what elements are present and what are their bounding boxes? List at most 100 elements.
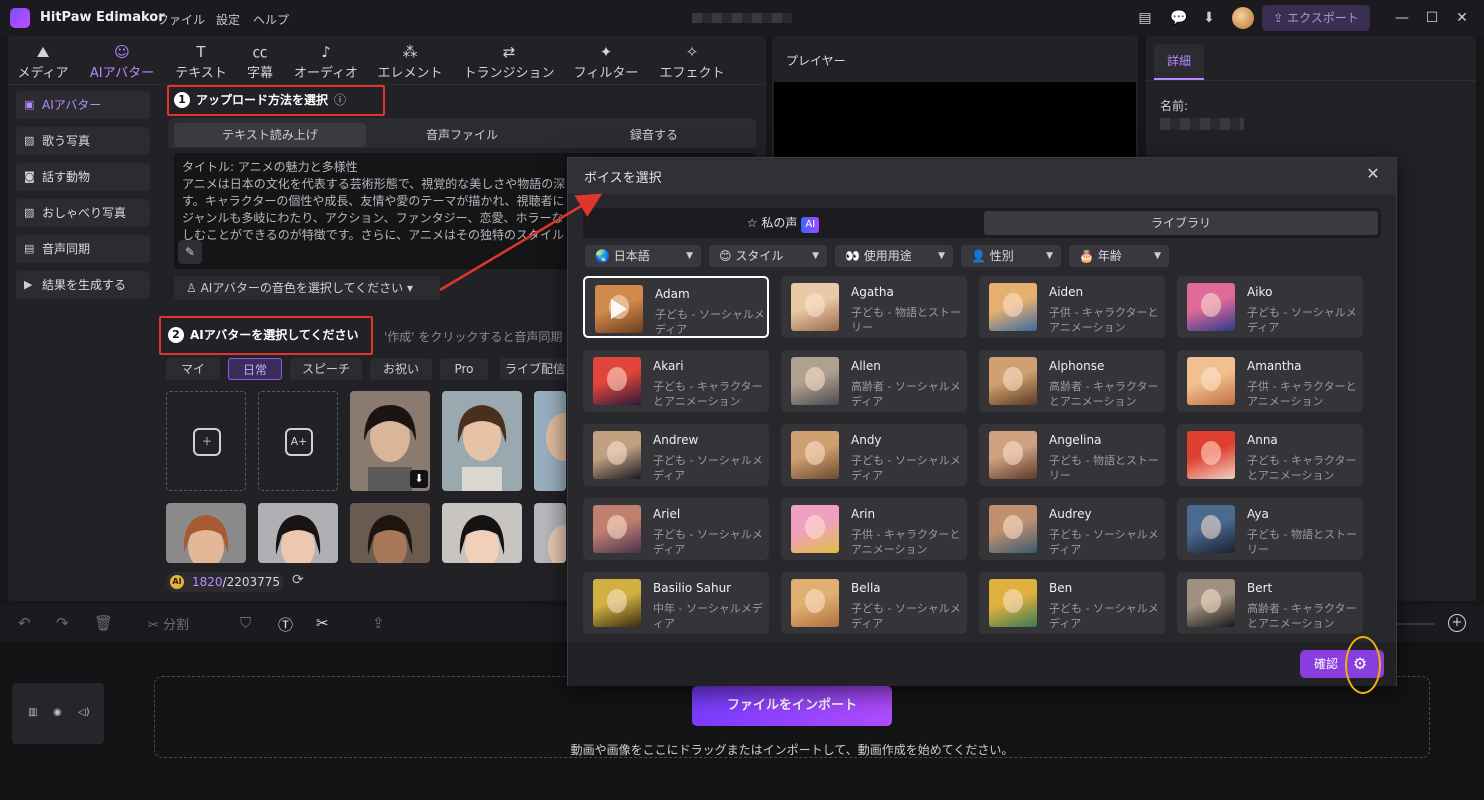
voice-card-amantha[interactable]: Amantha 子供 - キャラクターとアニメーション <box>1177 350 1363 412</box>
avatar-thumbnail[interactable] <box>534 391 566 491</box>
sidebar-item-singing-photo[interactable]: ▨ 歌う写真 <box>16 127 150 155</box>
voice-card-alphonse[interactable]: Alphonse 高齢者 - キャラクターとアニメーション <box>979 350 1165 412</box>
filter-usage[interactable]: 👀 使用用途 ▼ <box>835 245 953 267</box>
voice-card-aiko[interactable]: Aiko 子ども - ソーシャルメディア <box>1177 276 1363 338</box>
refresh-icon[interactable]: ⟳ <box>292 572 304 588</box>
voice-card-ben[interactable]: Ben 子ども - ソーシャルメディア <box>979 572 1165 634</box>
eye-icon[interactable]: ◉ <box>53 707 62 718</box>
tab-library[interactable]: ライブラリ <box>984 211 1378 235</box>
avatar-voice-select[interactable]: ♙ AIアバターの音色を選択してください ▾ <box>174 276 440 300</box>
tab-audio-file[interactable]: 音声ファイル <box>366 123 558 147</box>
user-avatar[interactable] <box>1232 7 1254 29</box>
download-icon[interactable]: ⬇ <box>1200 9 1218 27</box>
modal-header <box>568 158 1396 194</box>
menu-help[interactable]: ヘルプ <box>253 11 289 28</box>
undo-icon[interactable]: ↶ <box>18 614 31 632</box>
play-icon[interactable] <box>611 299 627 319</box>
voice-card-arin[interactable]: Arin 子供 - キャラクターとアニメーション <box>781 498 967 560</box>
voice-card-andy[interactable]: Andy 子ども - ソーシャルメディア <box>781 424 967 486</box>
category-live[interactable]: ライブ配信 <box>500 358 570 380</box>
sidebar-item-talking-animal[interactable]: ◙ 話す動物 <box>16 163 150 191</box>
cut-icon[interactable]: ✂ <box>316 614 329 632</box>
sidebar-item-talking-photo[interactable]: ▨ おしゃべり写真 <box>16 199 150 227</box>
avatar-thumbnail[interactable] <box>442 503 522 563</box>
voice-card-aiden[interactable]: Aiden 子供 - キャラクターとアニメーション <box>979 276 1165 338</box>
tab-text-to-speech[interactable]: テキスト読み上げ <box>174 123 366 147</box>
filter-gender[interactable]: 👤 性別 ▼ <box>961 245 1061 267</box>
avatar-thumbnail[interactable] <box>350 503 430 563</box>
filter-language[interactable]: 🌏 日本語 ▼ <box>585 245 701 267</box>
tab-subtitle[interactable]: ㏄字幕 <box>242 42 278 82</box>
voice-card-allen[interactable]: Allen 高齢者 - ソーシャルメディア <box>781 350 967 412</box>
zoom-in-icon[interactable]: + <box>1448 614 1466 632</box>
shield-icon[interactable]: ⛉ <box>240 614 251 632</box>
voice-card-bella[interactable]: Bella 子ども - ソーシャルメディア <box>781 572 967 634</box>
voice-card-basilio-sahur[interactable]: Basilio Sahur 中年 - ソーシャルメディア <box>583 572 769 634</box>
voice-avatar <box>989 579 1037 627</box>
filter-age[interactable]: 🎂 年齢 ▼ <box>1069 245 1169 267</box>
category-celebration[interactable]: お祝い <box>370 358 432 380</box>
layout-icon[interactable]: ▤ <box>1136 9 1154 27</box>
voice-avatar-face <box>607 589 627 613</box>
filter-style[interactable]: 😊 スタイル ▼ <box>709 245 827 267</box>
voice-card-audrey[interactable]: Audrey 子ども - ソーシャルメディア <box>979 498 1165 560</box>
voice-card-akari[interactable]: Akari 子ども - キャラクターとアニメーション <box>583 350 769 412</box>
tab-element[interactable]: ⁂ エレメント <box>374 42 446 82</box>
tab-record[interactable]: 録音する <box>558 123 750 147</box>
tab-transition[interactable]: ⇄ トランジション <box>460 42 558 82</box>
split-button[interactable]: ✂ 分割 <box>148 614 189 633</box>
export-clip-icon[interactable]: ⇪ <box>372 614 385 632</box>
avatar-thumbnail[interactable] <box>258 503 338 563</box>
minimize-icon[interactable]: — <box>1392 8 1412 28</box>
avatar-thumbnail[interactable] <box>442 391 522 491</box>
voice-card-angelina[interactable]: Angelina 子ども - 物語とストーリー <box>979 424 1165 486</box>
close-icon[interactable]: ✕ <box>1364 165 1382 183</box>
zoom-slider[interactable] <box>1394 623 1434 625</box>
voice-card-bert[interactable]: Bert 高齢者 - キャラクターとアニメーション <box>1177 572 1363 634</box>
voice-card-aya[interactable]: Aya 子ども - 物語とストーリー <box>1177 498 1363 560</box>
speaker-icon[interactable]: ◁) <box>78 707 90 718</box>
sidebar-item-audio-sync[interactable]: ▤ 音声同期 <box>16 235 150 263</box>
sidebar-item-ai-avatar[interactable]: ▣ AIアバター <box>16 91 150 119</box>
avatar-thumbnail[interactable] <box>534 503 566 563</box>
voice-card-andrew[interactable]: Andrew 子ども - ソーシャルメディア <box>583 424 769 486</box>
voice-card-adam[interactable]: Adam 子ども - ソーシャルメディア <box>583 276 769 338</box>
voice-card-anna[interactable]: Anna 子ども - キャラクターとアニメーション <box>1177 424 1363 486</box>
tab-effect[interactable]: ✧ エフェクト <box>656 42 728 82</box>
film-icon[interactable]: ▥ <box>28 707 37 718</box>
avatar-thumbnail[interactable] <box>166 503 246 563</box>
maximize-icon[interactable]: ☐ <box>1422 8 1442 28</box>
tab-media[interactable]: ⛰ メディア <box>14 42 72 82</box>
tab-filter[interactable]: ✦ フィルター <box>570 42 642 82</box>
tab-ai-avatar[interactable]: ☺ AIアバター <box>86 42 158 82</box>
upload-photo-button[interactable]: ＋ <box>166 391 246 491</box>
tab-audio[interactable]: ♪ オーディオ <box>290 42 362 82</box>
sidebar-item-generate-result[interactable]: ▶ 結果を生成する <box>16 271 150 299</box>
magic-wand-icon[interactable]: ✎ <box>178 240 202 264</box>
category-speech[interactable]: スピーチ <box>290 358 362 380</box>
download-icon[interactable]: ⬇ <box>410 470 428 488</box>
voice-card-ariel[interactable]: Ariel 子ども - ソーシャルメディア <box>583 498 769 560</box>
redo-icon[interactable]: ↷ <box>56 614 69 632</box>
category-pro[interactable]: Pro <box>440 358 488 380</box>
import-file-button[interactable]: ファイルをインポート <box>692 686 892 726</box>
export-button[interactable]: ⇪ エクスポート <box>1262 5 1370 31</box>
delete-icon[interactable]: 🗑 <box>94 614 113 632</box>
player-screen[interactable] <box>774 82 1136 158</box>
create-ai-avatar-button[interactable]: A+ <box>258 391 338 491</box>
avatar-face-graphic <box>442 503 522 563</box>
menu-settings[interactable]: 設定 <box>216 11 240 28</box>
tab-text[interactable]: T テキスト <box>172 42 230 82</box>
voice-card-agatha[interactable]: Agatha 子ども - 物語とストーリー <box>781 276 967 338</box>
category-mine[interactable]: マイ <box>166 358 220 380</box>
close-window-icon[interactable]: ✕ <box>1452 8 1472 28</box>
category-daily[interactable]: 日常 <box>228 358 282 380</box>
subtitle-icon: ㏄ <box>252 43 268 61</box>
feedback-icon[interactable]: 💬 <box>1170 9 1188 27</box>
tab-details[interactable]: 詳細 <box>1154 44 1204 80</box>
info-icon[interactable]: ⓘ <box>334 93 346 107</box>
tab-my-voice[interactable]: ☆ 私の声 AI <box>586 211 980 235</box>
text-box-icon[interactable]: Ⓣ <box>278 614 293 635</box>
menu-file[interactable]: ファイル <box>157 11 205 28</box>
export-icon: ⇪ <box>1273 11 1288 25</box>
